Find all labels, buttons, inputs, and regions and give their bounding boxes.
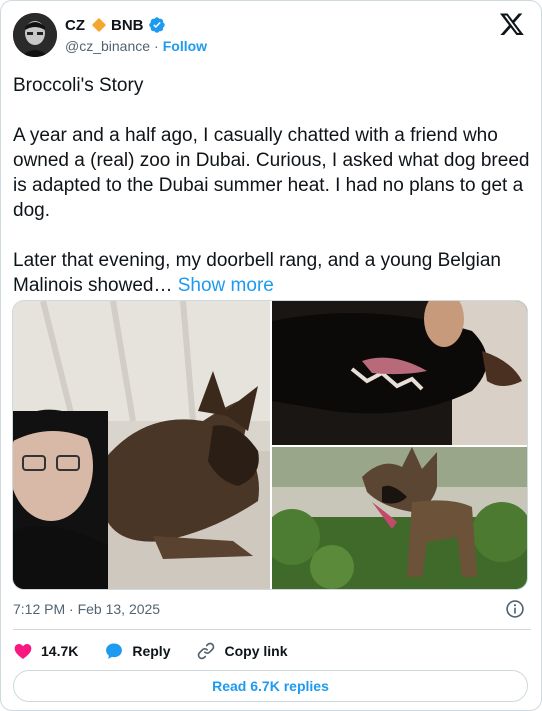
tweet-timestamp[interactable]: 7:12 PM · Feb 13, 2025 [13,601,160,617]
reply-button[interactable]: Reply [104,641,170,661]
show-more-link[interactable]: Show more [178,275,274,296]
author-avatar[interactable] [13,13,57,57]
tweet-paragraph-truncated: Later that evening, my doorbell rang, an… [13,248,533,298]
follow-button[interactable]: Follow [163,38,207,54]
copy-link-button[interactable]: Copy link [196,641,288,661]
author-handle-row: @cz_binance · Follow [65,38,207,54]
divider [13,629,531,630]
author-name-row: CZ BNB [65,15,166,35]
tweet-text: Broccoli's Story A year and a half ago, … [13,73,533,298]
photo-dog-outdoors[interactable] [272,447,527,589]
action-bar: 14.7K Reply Copy link [13,639,314,663]
author-name[interactable]: CZ [65,17,85,34]
tweet-paragraph: A year and a half ago, I casually chatte… [13,125,530,221]
bnb-diamond-icon [92,18,106,32]
verified-badge-icon [148,17,165,33]
affiliate-label[interactable]: BNB [111,17,144,34]
reply-bubble-icon [106,643,123,659]
photo-dog-teeth[interactable] [272,301,527,445]
reply-label: Reply [132,643,171,659]
read-replies-button[interactable]: Read 6.7K replies [13,670,528,702]
heart-icon [14,644,32,659]
tweet-title: Broccoli's Story [13,75,144,96]
author-handle[interactable]: @cz_binance [65,38,150,54]
link-icon [198,642,215,660]
tweet-card: CZ BNB @cz_binance · Follow Broccoli's S… [0,0,542,711]
like-count: 14.7K [41,643,79,659]
media-grid [12,300,528,590]
x-logo-icon[interactable] [499,11,525,37]
handle-separator: · [154,38,159,54]
photo-selfie-with-dog[interactable] [13,301,270,589]
info-icon[interactable] [505,599,525,619]
like-button[interactable]: 14.7K [13,641,78,661]
copy-link-label: Copy link [224,643,288,659]
